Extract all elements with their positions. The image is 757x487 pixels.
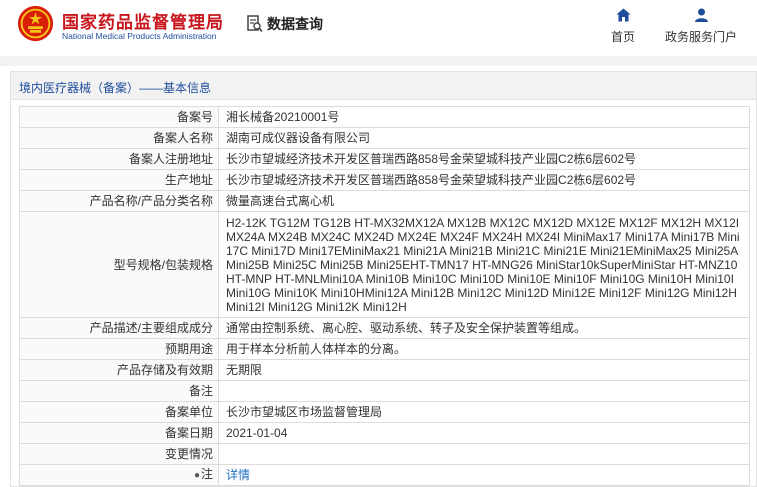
- data-search-label: 数据查询: [267, 16, 323, 32]
- row-label: 产品存储及有效期: [19, 359, 219, 381]
- row-value: 长沙市望城经济技术开发区普瑞西路858号金荣望城科技产业园C2栋6层602号: [218, 148, 750, 170]
- row-label: 备注: [19, 380, 219, 402]
- nav-service-portal-label: 政务服务门户: [664, 30, 737, 44]
- table-row: 变更情况: [19, 443, 750, 465]
- row-value: 无期限: [218, 359, 750, 381]
- row-value: 湖南可成仪器设备有限公司: [218, 127, 750, 149]
- row-label: 型号规格/包装规格: [19, 211, 219, 318]
- row-label: 产品描述/主要组成成分: [19, 317, 219, 339]
- row-value: 微量高速台式离心机: [218, 190, 750, 212]
- brand-subtitle: National Medical Products Administration: [62, 31, 217, 41]
- note-label: 注: [200, 467, 213, 481]
- row-label: 备案号: [19, 106, 219, 128]
- table-row: 生产地址 长沙市望城经济技术开发区普瑞西路858号金荣望城科技产业园C2栋6层6…: [19, 169, 750, 191]
- row-value: 2021-01-04: [218, 422, 750, 444]
- table-row: 产品存储及有效期 无期限: [19, 359, 750, 381]
- site-header: 国家药品监督管理局 National Medical Products Admi…: [0, 0, 757, 56]
- row-label: 备案日期: [19, 422, 219, 444]
- panel-title-bar: 境内医疗器械（备案）——基本信息: [11, 72, 756, 100]
- row-value: 湘长械备20210001号: [218, 106, 750, 128]
- nav-service-portal[interactable]: 政务服务门户: [660, 8, 742, 45]
- header-divider: [0, 56, 757, 66]
- row-value: 长沙市望城经济技术开发区普瑞西路858号金荣望城科技产业园C2栋6层602号: [218, 169, 750, 191]
- national-emblem-icon: [17, 5, 54, 42]
- row-label: 预期用途: [19, 338, 219, 360]
- row-value: [218, 380, 750, 402]
- row-label: 变更情况: [19, 443, 219, 465]
- row-label: 生产地址: [19, 169, 219, 191]
- table-row: 型号规格/包装规格 H2-12K TG12M TG12B HT-MX32MX12…: [19, 211, 750, 318]
- data-search-link[interactable]: 数据查询: [247, 14, 323, 34]
- table-row: 备注: [19, 380, 750, 402]
- nav-home[interactable]: 首页: [608, 8, 638, 45]
- detail-table: 备案号 湘长械备20210001号 备案人名称 湖南可成仪器设备有限公司 备案人…: [19, 106, 750, 486]
- panel-title: 境内医疗器械（备案）——基本信息: [19, 81, 212, 95]
- brand-title[interactable]: 国家药品监督管理局: [62, 8, 224, 33]
- table-row: 备案日期 2021-01-04: [19, 422, 750, 444]
- table-row: 预期用途 用于样本分析前人体样本的分离。: [19, 338, 750, 360]
- row-label: 备案单位: [19, 401, 219, 423]
- table-row: 产品描述/主要组成成分 通常由控制系统、离心腔、驱动系统、转子及安全保护装置等组…: [19, 317, 750, 339]
- table-row: 备案人注册地址 长沙市望城经济技术开发区普瑞西路858号金荣望城科技产业园C2栋…: [19, 148, 750, 170]
- table-row: 备案号 湘长械备20210001号: [19, 106, 750, 128]
- row-label: 产品名称/产品分类名称: [19, 190, 219, 212]
- row-label: 备案人名称: [19, 127, 219, 149]
- row-value: 长沙市望城区市场监督管理局: [218, 401, 750, 423]
- row-label: 备案人注册地址: [19, 148, 219, 170]
- table-row: 产品名称/产品分类名称 微量高速台式离心机: [19, 190, 750, 212]
- row-value-model-specs: H2-12K TG12M TG12B HT-MX32MX12A MX12B MX…: [218, 211, 750, 318]
- table-row: 备案单位 长沙市望城区市场监督管理局: [19, 401, 750, 423]
- row-value: [218, 443, 750, 465]
- document-search-icon: [247, 15, 263, 33]
- home-icon: [616, 8, 630, 22]
- pin-icon: ●: [193, 470, 200, 481]
- details-link[interactable]: 详情: [218, 464, 750, 486]
- row-label-note: ●注: [19, 464, 219, 486]
- nav-home-label: 首页: [610, 30, 635, 44]
- row-value: 用于样本分析前人体样本的分离。: [218, 338, 750, 360]
- table-row: ●注 详情: [19, 464, 750, 486]
- row-value: 通常由控制系统、离心腔、驱动系统、转子及安全保护装置等组成。: [218, 317, 750, 339]
- table-row: 备案人名称 湖南可成仪器设备有限公司: [19, 127, 750, 149]
- user-icon: [694, 8, 708, 22]
